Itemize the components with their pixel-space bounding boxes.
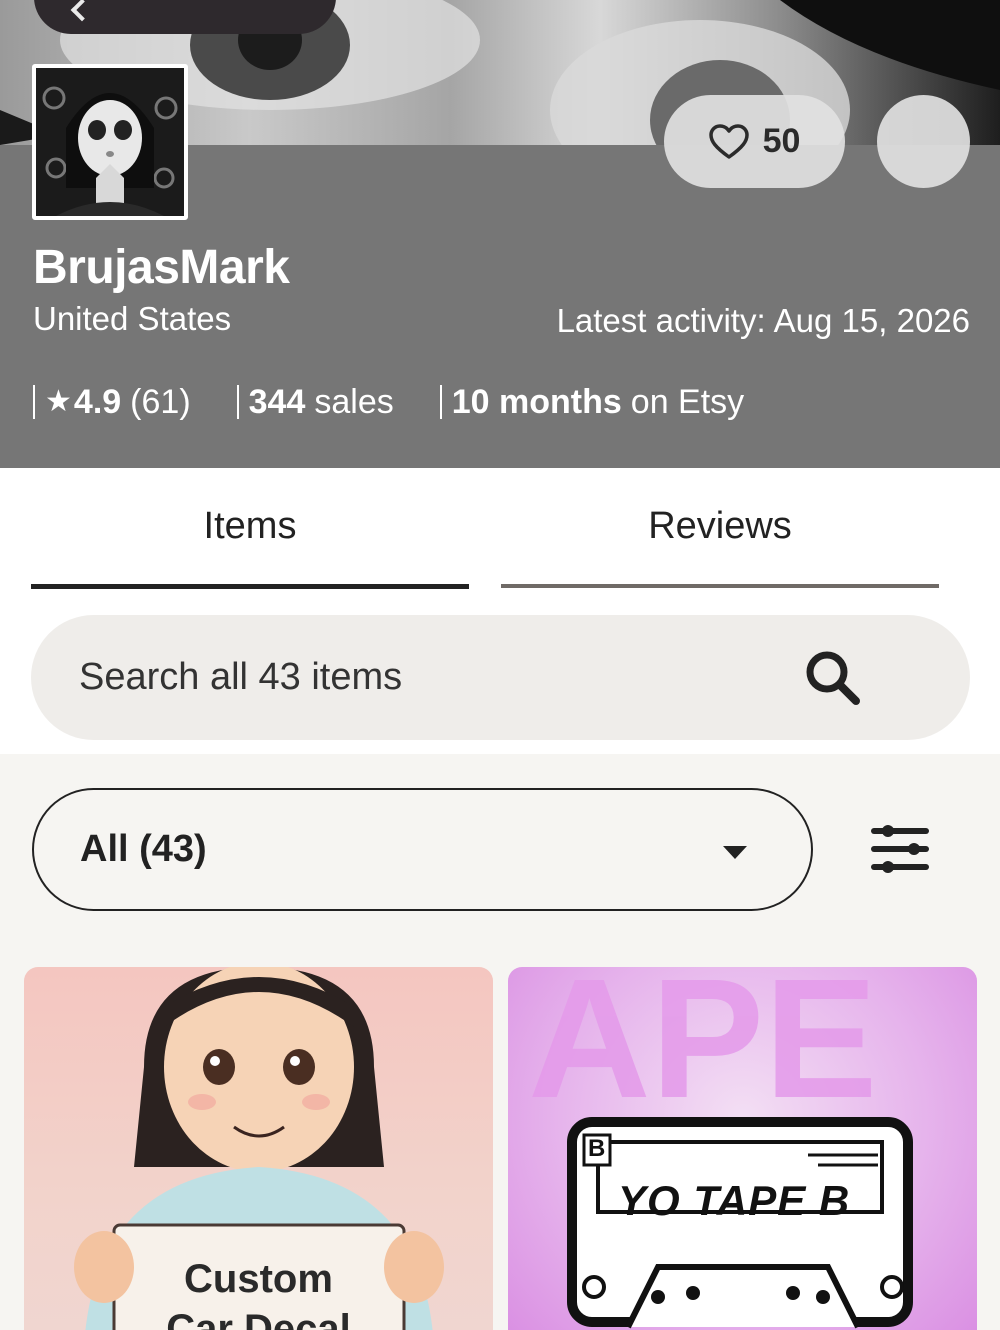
shop-header: 50 BrujasMark United States Latest activ… bbox=[0, 0, 1000, 468]
latest-activity: Latest activity: Aug 15, 2026 bbox=[557, 302, 970, 340]
shop-name: BrujasMark bbox=[33, 241, 290, 294]
rating-stat[interactable]: ★ 4.9 (61) bbox=[33, 385, 191, 419]
sales-number: 344 bbox=[248, 383, 306, 421]
chevron-down-icon bbox=[723, 846, 747, 859]
back-arrow-icon bbox=[70, 0, 94, 22]
search-icon[interactable] bbox=[804, 649, 862, 707]
more-options-button[interactable] bbox=[877, 95, 970, 188]
listing-image-text: Custom bbox=[184, 1257, 333, 1301]
tab-items[interactable]: Items bbox=[31, 468, 469, 589]
tenure-bold: 10 months bbox=[451, 383, 622, 421]
filter-sliders-icon[interactable] bbox=[870, 823, 930, 875]
sales-word: sales bbox=[314, 383, 394, 421]
rating-count: (61) bbox=[130, 383, 191, 421]
tenure-stat: 10 months on Etsy bbox=[439, 383, 745, 421]
favorite-shop-button[interactable]: 50 bbox=[664, 95, 845, 188]
listing-image-text: YO TAPE B bbox=[618, 1177, 851, 1224]
shop-stats: ★ 4.9 (61) 344 sales 10 months on Etsy bbox=[33, 380, 744, 424]
listing-card[interactable]: APE B YO TAPE B bbox=[508, 967, 977, 1330]
tenure-rest: on Etsy bbox=[630, 383, 745, 421]
latest-activity-date: Aug 15, 2026 bbox=[773, 302, 970, 339]
latest-activity-label: Latest activity: bbox=[556, 302, 766, 339]
rating-value: 4.9 bbox=[73, 383, 122, 421]
section-dropdown[interactable]: All (43) bbox=[32, 788, 813, 911]
favorites-count: 50 bbox=[762, 122, 801, 160]
tabs-and-search: Items Reviews bbox=[0, 468, 1000, 754]
back-button[interactable] bbox=[34, 0, 336, 34]
shop-location: United States bbox=[33, 300, 232, 337]
search-input[interactable] bbox=[79, 656, 759, 699]
tab-reviews[interactable]: Reviews bbox=[501, 468, 939, 588]
heart-icon bbox=[708, 123, 749, 159]
listing-image: APE bbox=[528, 967, 913, 1329]
tape-corner-letter: B bbox=[588, 1135, 606, 1162]
shop-avatar[interactable] bbox=[32, 64, 188, 220]
sales-stat: 344 sales bbox=[236, 383, 394, 421]
listing-image-text: Car Decal bbox=[166, 1307, 351, 1330]
svg-text:APE: APE bbox=[528, 967, 878, 1134]
star-icon: ★ bbox=[45, 385, 72, 418]
section-dropdown-value: All (43) bbox=[80, 828, 207, 870]
listing-card[interactable]: Custom Car Decal bbox=[24, 967, 493, 1330]
search-bar bbox=[31, 615, 970, 740]
